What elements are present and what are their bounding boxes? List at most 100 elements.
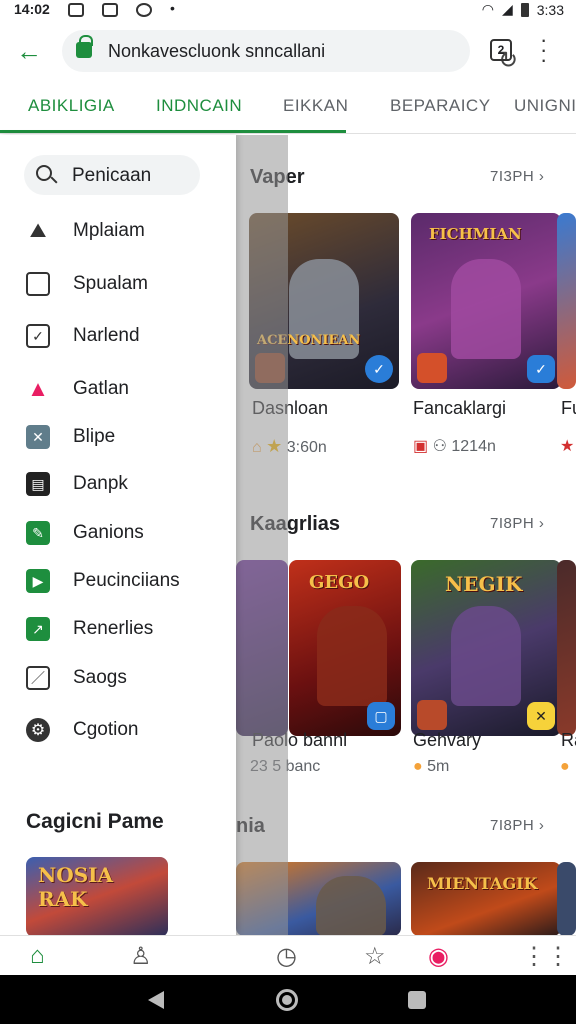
game-card[interactable]	[557, 213, 576, 389]
gear-icon: ⚙	[26, 718, 50, 742]
search-label: Penicaan	[72, 165, 152, 186]
grid-icon[interactable]: ⋮⋮	[522, 942, 570, 971]
drawer-item-label: Narlend	[73, 325, 140, 346]
game-card[interactable]: MIENTAGIK	[411, 862, 561, 936]
status-app-icon	[136, 3, 152, 17]
rating-icon: ●	[560, 758, 570, 775]
edit-icon: ✎	[26, 521, 50, 545]
active-tab-indicator	[0, 130, 346, 133]
arrow-up-icon: ▲	[27, 376, 49, 401]
wifi-icon: ◠	[481, 1, 494, 17]
game-card[interactable]: GEGO ▢	[289, 560, 401, 736]
tab-3[interactable]: EIKKAN	[283, 96, 348, 116]
signal-icon: ◢	[501, 1, 513, 17]
drawer-item-label: Peucinciians	[73, 570, 180, 591]
game-meta: ▣ ⚇ 1214n	[413, 438, 496, 455]
trend-icon: ↗	[26, 617, 50, 641]
drawer-item-label: Cgotion	[73, 719, 139, 740]
bottom-navigation: ⌂ ♙ ◷ ☆ ◉ ⋮⋮	[0, 935, 576, 975]
drawer-item-label: Renerlies	[73, 618, 154, 639]
game-name[interactable]: Fu	[561, 398, 576, 419]
tab-4[interactable]: BEPARAICY	[390, 96, 491, 116]
hero-art	[317, 606, 387, 706]
card-art-title: NEGIK	[445, 572, 523, 596]
card-art-title: FICHMIAN	[429, 225, 522, 243]
system-recents-icon[interactable]	[408, 991, 426, 1009]
section-more-link[interactable]: 7I8PH ›	[490, 515, 544, 532]
drawer-item-label: Spualam	[73, 273, 148, 294]
url-text[interactable]: Nonkavescluonk snncallani	[108, 41, 325, 62]
drawer-item[interactable]: ✓ Narlend	[0, 316, 236, 356]
mountain-icon: ⛰	[29, 219, 47, 242]
drawer-item-label: Blipe	[73, 426, 116, 447]
pencil-icon: ／	[26, 666, 50, 690]
drawer-item[interactable]: ▲ Gatlan	[0, 369, 236, 409]
system-navigation	[0, 975, 576, 1024]
url-bar[interactable]: Nonkavescluonk snncallani ↻	[62, 30, 518, 74]
game-name[interactable]: Ra	[561, 730, 576, 751]
square-icon: ▢	[367, 702, 395, 730]
app-thumbnail	[417, 700, 447, 730]
back-arrow-icon[interactable]: ←	[16, 36, 42, 67]
more-icon: •	[170, 0, 175, 16]
game-name[interactable]: Gehvary	[413, 730, 481, 751]
drawer-section-title: Cagicni Pame	[26, 810, 164, 833]
tab-2[interactable]: INDNCAIN	[156, 96, 242, 116]
game-card[interactable]	[557, 862, 576, 936]
play-icon: ▶	[26, 569, 50, 593]
drawer-item-label: Gatlan	[73, 378, 129, 399]
game-name[interactable]: Fancaklargi	[413, 398, 506, 419]
cast-icon	[102, 3, 118, 17]
hero-art	[316, 876, 386, 936]
puzzle-icon: ✕	[26, 425, 50, 449]
section-more-link[interactable]: 7I8PH ›	[490, 817, 544, 834]
drawer-scrim[interactable]	[236, 135, 288, 935]
browser-toolbar: ← Nonkavescluonk snncallani ↻ 2 · · ·	[0, 22, 576, 80]
bolt-icon: ✓	[365, 355, 393, 383]
film-icon: ▤	[26, 472, 50, 496]
system-home-icon[interactable]	[276, 989, 298, 1011]
drawer-item-label: Mplaiam	[73, 220, 145, 241]
status-clock: 3:33	[536, 1, 564, 18]
game-card[interactable]: NEGIK ✕	[411, 560, 561, 736]
status-time: 14:02	[14, 1, 50, 17]
user-icon[interactable]: ♙	[130, 942, 152, 971]
rank-icon[interactable]: ☆	[364, 942, 386, 971]
drawer-item[interactable]: ▶ Peucinciians	[0, 561, 236, 601]
drawer-item[interactable]: Spualam	[0, 264, 236, 304]
thumb-title: NOSIA RAK	[38, 863, 114, 911]
system-back-icon[interactable]	[148, 991, 164, 1009]
x-icon: ✕	[527, 702, 555, 730]
check-icon: ✓	[527, 355, 555, 383]
drawer-item[interactable]: ⛰ Mplaiam	[0, 211, 236, 251]
game-card[interactable]	[557, 560, 576, 736]
status-bar: 14:02 • ◠ ◢ 3:33	[0, 0, 576, 20]
tab-switcher-button[interactable]: 2	[490, 39, 512, 61]
notification-icon	[68, 3, 84, 17]
drawer-item[interactable]: ✎ Ganions	[0, 513, 236, 553]
home-icon[interactable]: ⌂	[30, 942, 45, 970]
drawer-search[interactable]: Penicaan	[24, 155, 200, 195]
section-more-link[interactable]: 7I3PH ›	[490, 168, 544, 185]
timer-icon[interactable]: ◷	[276, 942, 297, 971]
drawer-item[interactable]: ↗ Renerlies	[0, 609, 236, 649]
window-icon	[26, 272, 50, 296]
shield-icon[interactable]: ◉	[428, 942, 449, 971]
star-icon: ★	[560, 438, 575, 455]
drawer-item[interactable]: ／ Saogs	[0, 658, 236, 698]
drawer-item-label: Saogs	[73, 667, 127, 688]
drawer-item[interactable]: ▤ Danpk	[0, 464, 236, 504]
drawer-item[interactable]: ✕ Blipe	[0, 417, 236, 457]
tab-1[interactable]: ABIKLIGIA	[28, 96, 115, 116]
drawer-game-thumbnail[interactable]: NOSIA RAK	[26, 857, 168, 937]
drawer-item[interactable]: ⚙ Cgotion	[0, 710, 236, 750]
overflow-menu-icon[interactable]: · · ·	[540, 29, 547, 71]
category-tabs: ABIKLIGIA INDNCAIN EIKKAN BEPARAICY UNIG…	[0, 82, 576, 134]
card-art-title: GEGO	[309, 572, 370, 593]
game-meta: ● 5m	[413, 758, 450, 775]
hero-art	[451, 259, 521, 359]
app-thumbnail	[417, 353, 447, 383]
game-card[interactable]: FICHMIAN ✓	[411, 213, 561, 389]
tab-5[interactable]: UNIGNIA	[514, 96, 576, 116]
battery-icon	[520, 2, 529, 17]
